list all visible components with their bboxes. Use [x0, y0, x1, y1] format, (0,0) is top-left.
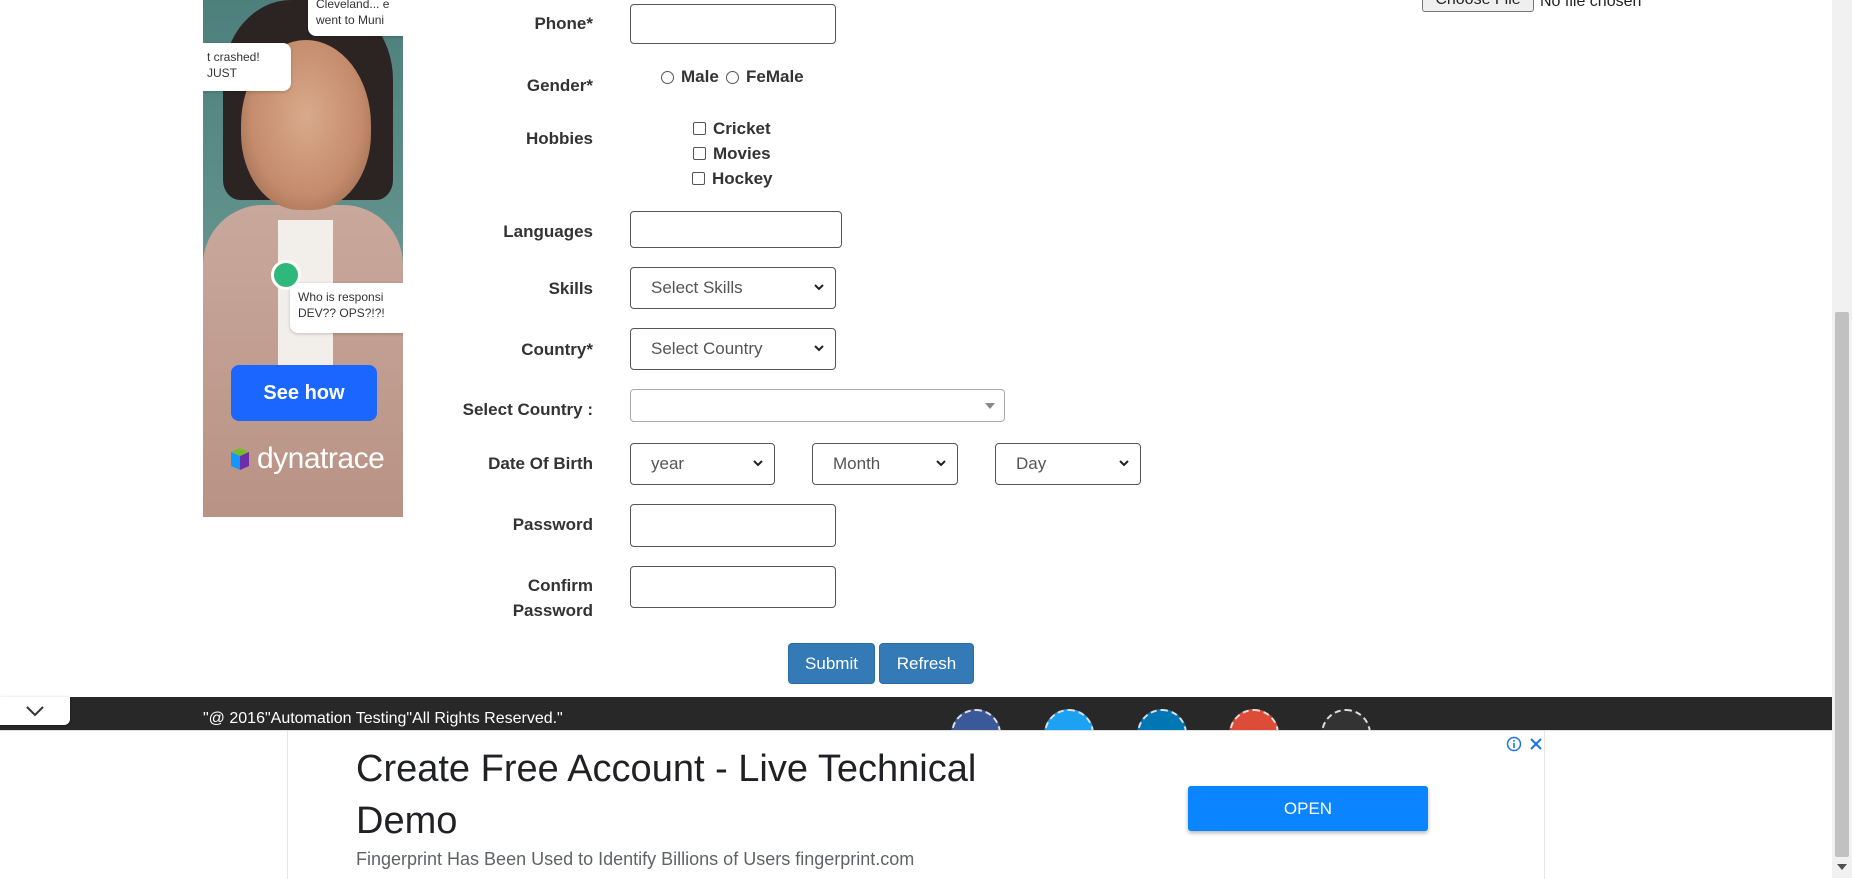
country-select-value: Select Country: [651, 339, 763, 358]
skills-select[interactable]: Select Skills: [630, 267, 836, 309]
choose-file-button[interactable]: Choose File: [1422, 0, 1534, 12]
hobby-hockey-checkbox[interactable]: [692, 172, 705, 185]
chevron-down-icon: [1119, 460, 1129, 467]
ad-open-button[interactable]: OPEN: [1188, 786, 1428, 831]
dob-day-select[interactable]: Day: [995, 443, 1141, 485]
confirm-password-label-line1: Confirm: [527, 576, 593, 595]
skills-select-value: Select Skills: [651, 278, 743, 297]
linkedin-social-icon[interactable]: [1137, 709, 1187, 732]
dob-day-value: Day: [1016, 454, 1047, 473]
dynatrace-logo-icon: [231, 448, 249, 470]
submit-button[interactable]: Submit: [788, 643, 875, 684]
ad-chat-bubble-crash: t crashed! JUST: [203, 43, 291, 91]
chevron-down-icon: [814, 284, 824, 291]
ad-chat-bubble-top: Cleveland... e went to Muni: [308, 0, 403, 36]
footer-bar: "@ 2016"Automation Testing"All Rights Re…: [0, 697, 1832, 732]
ad-chat-bubble-who: Who is responsi DEV?? OPS?!?!: [290, 283, 403, 333]
dob-label: Date Of Birth: [488, 454, 593, 473]
footer-copyright: "@ 2016"Automation Testing"All Rights Re…: [203, 710, 563, 727]
languages-input[interactable]: [630, 211, 842, 248]
dob-month-select[interactable]: Month: [812, 443, 958, 485]
chevron-down-icon: [936, 460, 946, 467]
hobbies-label: Hobbies: [525, 129, 593, 148]
chevron-down-icon: [753, 460, 763, 467]
ad-description: Fingerprint Has Been Used to Identify Bi…: [356, 849, 915, 869]
info-icon[interactable]: [1506, 736, 1522, 752]
gender-female-label: FeMale: [746, 67, 804, 86]
chevron-down-icon: [814, 345, 824, 352]
phone-input[interactable]: [630, 4, 836, 44]
hobby-cricket-label: Cricket: [713, 119, 771, 138]
ad-headline[interactable]: Create Free Account - Live Technical Dem…: [356, 743, 1076, 847]
phone-label: Phone*: [534, 14, 593, 33]
skills-label: Skills: [548, 279, 593, 298]
googleplus-social-icon[interactable]: [1229, 709, 1279, 732]
refresh-button[interactable]: Refresh: [879, 643, 974, 684]
dob-year-value: year: [651, 454, 685, 473]
facebook-social-icon[interactable]: [951, 709, 1001, 732]
youtube-social-icon[interactable]: [1321, 709, 1371, 732]
close-icon[interactable]: [1528, 736, 1544, 752]
bottom-ad-content: Create Free Account - Live Technical Dem…: [287, 731, 1545, 879]
side-advertisement[interactable]: Cleveland... e went to Muni t crashed! J…: [203, 0, 403, 517]
ad-brand-name: dynatrace: [257, 442, 385, 475]
country-select[interactable]: Select Country: [630, 328, 836, 370]
hobby-cricket-checkbox[interactable]: [693, 122, 706, 135]
confirm-password-input[interactable]: [630, 566, 836, 608]
caret-down-icon: [985, 403, 995, 409]
dob-month-value: Month: [833, 454, 881, 473]
gender-label: Gender*: [526, 76, 593, 95]
dob-year-select[interactable]: year: [630, 443, 775, 485]
gender-female-radio[interactable]: [726, 71, 739, 84]
gender-male-label: Male: [681, 67, 719, 86]
hobby-hockey-label: Hockey: [712, 169, 773, 188]
password-label: Password: [512, 515, 593, 534]
password-input[interactable]: [630, 504, 836, 547]
bottom-anchor-ad[interactable]: Create Free Account - Live Technical Dem…: [0, 730, 1832, 879]
select-country-label: Select Country :: [462, 400, 593, 419]
gender-male-radio[interactable]: [661, 71, 674, 84]
scroll-down-arrow-icon[interactable]: [1836, 862, 1848, 872]
country-label: Country*: [521, 340, 593, 359]
scrollbar-thumb[interactable]: [1835, 312, 1849, 857]
hobby-movies-label: Movies: [713, 144, 771, 163]
confirm-password-label-line2: Password: [512, 601, 593, 620]
ad-collapse-tab[interactable]: [0, 697, 70, 725]
hobby-movies-checkbox[interactable]: [693, 147, 706, 160]
chevron-down-icon: [26, 706, 44, 717]
select-country-combobox[interactable]: [630, 389, 1005, 422]
languages-label: Languages: [503, 222, 593, 241]
ad-see-how-button[interactable]: See how: [231, 365, 377, 421]
file-status-text: No file chosen: [1540, 0, 1642, 10]
twitter-social-icon[interactable]: [1044, 709, 1094, 732]
